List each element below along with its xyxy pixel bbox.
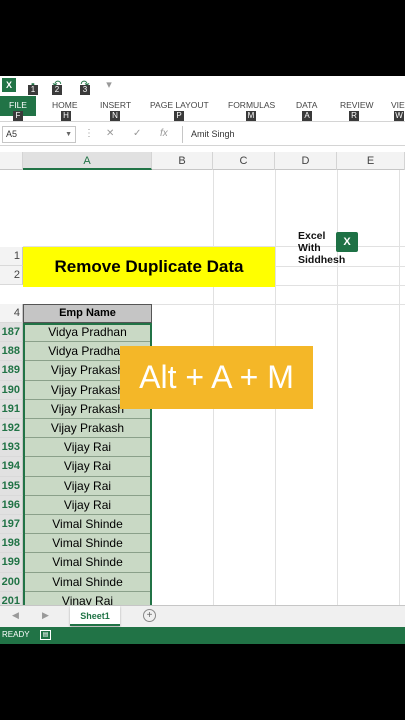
keytip-insert: N [110, 111, 120, 121]
tab-insert[interactable]: INSERT [100, 100, 131, 110]
data-cell[interactable]: Vijay Rai [23, 438, 152, 458]
column-headers: A B C D E [0, 152, 405, 170]
formula-input[interactable]: Amit Singh [182, 126, 405, 143]
row-header[interactable]: 189 [0, 361, 23, 381]
row-header[interactable]: 194 [0, 457, 23, 477]
name-box[interactable]: A5 ▼ [2, 126, 76, 143]
row-header[interactable]: 195 [0, 476, 23, 496]
keytip-page-layout: P [174, 111, 184, 121]
column-header-cell[interactable]: Emp Name [23, 304, 152, 323]
chevron-down-icon[interactable]: ▼ [65, 127, 72, 142]
row-header[interactable]: 190 [0, 380, 23, 400]
watermark-line-2: With [298, 242, 321, 254]
keytip-formulas: M [246, 111, 256, 121]
data-cell[interactable]: Vinay Raj [23, 591, 152, 605]
watermark: Excel With Siddhesh X [298, 230, 360, 270]
row-header[interactable]: 201 [0, 591, 23, 605]
row-header[interactable]: 193 [0, 438, 23, 458]
data-cell[interactable]: Vimal Shinde [23, 553, 152, 573]
formula-bar: A5 ▼ ⋮ ✕ ✓ fx Amit Singh [0, 124, 405, 146]
row-header[interactable]: 192 [0, 419, 23, 439]
quick-access-toolbar: X ▪ 1 ↶ 2 ↷ 3 ▾ [0, 76, 405, 96]
tab-data[interactable]: DATA [296, 100, 317, 110]
next-sheet-icon[interactable]: ▶ [42, 610, 49, 621]
keytip-save: 1 [28, 85, 38, 95]
keytip-undo: 2 [52, 85, 62, 95]
more-icon: ⋮ [84, 128, 94, 139]
row-header[interactable]: 196 [0, 495, 23, 515]
data-cell[interactable]: Vimal Shinde [23, 515, 152, 535]
data-cell[interactable]: Vijay Rai [23, 495, 152, 515]
row-header[interactable]: 198 [0, 534, 23, 554]
sheet-tab-bar: ◀ ▶ Sheet1 + [0, 605, 405, 627]
tab-view[interactable]: VIEW [391, 100, 405, 110]
shortcut-overlay: Alt + A + M [120, 346, 313, 409]
tab-formulas[interactable]: FORMULAS [228, 100, 275, 110]
macro-record-icon[interactable]: ▤ [40, 630, 51, 640]
data-cell[interactable]: Vidya Pradhan [23, 323, 152, 343]
row-header[interactable]: 200 [0, 572, 23, 592]
watermark-line-3: Siddhesh [298, 254, 346, 266]
keytip-redo: 3 [80, 85, 90, 95]
column-header-a[interactable]: A [23, 152, 152, 170]
row-header[interactable]: 199 [0, 553, 23, 573]
keytip-file: F [13, 111, 23, 121]
keytip-data: A [302, 111, 312, 121]
ribbon-tabs: FILE F HOME H INSERT N PAGE LAYOUT P FOR… [0, 96, 405, 122]
sheet-tab-sheet1[interactable]: Sheet1 [70, 606, 120, 626]
data-cell[interactable]: Vijay Rai [23, 476, 152, 496]
sheet-title[interactable]: Remove Duplicate Data [23, 247, 275, 287]
row-header[interactable]: 1 [0, 247, 23, 267]
row-header[interactable]: 191 [0, 399, 23, 419]
excel-logo-icon: X [336, 232, 358, 252]
enter-icon[interactable]: ✓ [133, 128, 141, 139]
row-header[interactable]: 197 [0, 515, 23, 535]
keytip-view: W [394, 111, 404, 121]
column-header-c[interactable]: C [213, 152, 275, 170]
keytip-home: H [61, 111, 71, 121]
tab-page-layout[interactable]: PAGE LAYOUT [150, 100, 209, 110]
watermark-line-1: Excel [298, 230, 326, 242]
column-header-e[interactable]: E [337, 152, 405, 170]
data-cell[interactable]: Vijay Prakash [23, 419, 152, 439]
row-header[interactable]: 187 [0, 323, 23, 343]
excel-app-icon: X [2, 78, 16, 92]
cancel-icon[interactable]: ✕ [106, 128, 114, 139]
data-cell[interactable]: Vimal Shinde [23, 572, 152, 592]
add-sheet-button[interactable]: + [143, 609, 156, 622]
prev-sheet-icon[interactable]: ◀ [12, 610, 19, 621]
tab-home[interactable]: HOME [52, 100, 78, 110]
column-header-d[interactable]: D [275, 152, 337, 170]
row-header[interactable]: 188 [0, 342, 23, 362]
status-bar: READY ▤ [0, 627, 405, 644]
data-cell[interactable]: Vijay Rai [23, 457, 152, 477]
column-header-b[interactable]: B [152, 152, 213, 170]
insert-function-icon[interactable]: fx [160, 128, 168, 139]
row-header[interactable]: 2 [0, 266, 23, 286]
name-box-value: A5 [6, 129, 18, 139]
status-ready: READY [2, 630, 30, 639]
keytip-review: R [349, 111, 359, 121]
data-cell[interactable]: Vimal Shinde [23, 534, 152, 554]
select-all-corner[interactable] [0, 152, 23, 170]
tab-review[interactable]: REVIEW [340, 100, 374, 110]
customize-qat-icon[interactable]: ▾ [102, 78, 116, 92]
row-header[interactable]: 4 [0, 304, 23, 324]
